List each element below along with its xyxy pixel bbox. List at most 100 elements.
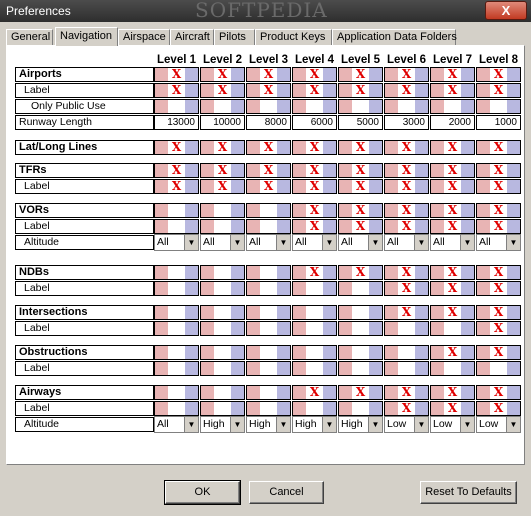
level-cell[interactable]: X: [430, 179, 475, 194]
level-cell[interactable]: X: [476, 219, 521, 234]
runway-length-value[interactable]: 8000: [246, 115, 291, 130]
level-cell[interactable]: X: [292, 140, 337, 155]
reset-defaults-button[interactable]: Reset To Defaults: [420, 481, 517, 504]
level-cell[interactable]: X: [384, 265, 429, 280]
altitude-select[interactable]: All ▼: [154, 416, 199, 433]
ok-button[interactable]: OK: [164, 480, 241, 505]
level-cell[interactable]: [430, 361, 475, 376]
level-cell[interactable]: [200, 305, 245, 320]
level-cell[interactable]: X: [338, 163, 383, 178]
level-cell[interactable]: X: [292, 385, 337, 400]
dropdown-arrow-icon[interactable]: ▼: [414, 235, 428, 250]
level-cell[interactable]: [154, 219, 199, 234]
level-cell[interactable]: [200, 361, 245, 376]
level-cell[interactable]: X: [200, 67, 245, 82]
tab-navigation[interactable]: Navigation: [55, 27, 118, 46]
level-cell[interactable]: X: [476, 179, 521, 194]
level-cell[interactable]: [292, 99, 337, 114]
level-cell[interactable]: X: [430, 281, 475, 296]
runway-length-value[interactable]: 1000: [476, 115, 521, 130]
level-cell[interactable]: X: [246, 179, 291, 194]
title-bar[interactable]: Preferences SOFTPEDIA X: [0, 0, 531, 22]
level-cell[interactable]: X: [384, 83, 429, 98]
level-cell[interactable]: X: [338, 203, 383, 218]
level-cell[interactable]: X: [246, 163, 291, 178]
level-cell[interactable]: [292, 281, 337, 296]
altitude-select[interactable]: All ▼: [246, 234, 291, 251]
runway-length-value[interactable]: 5000: [338, 115, 383, 130]
level-cell[interactable]: X: [338, 385, 383, 400]
dropdown-arrow-icon[interactable]: ▼: [322, 417, 336, 432]
level-cell[interactable]: X: [384, 179, 429, 194]
level-cell[interactable]: X: [246, 83, 291, 98]
level-cell[interactable]: [246, 401, 291, 416]
level-cell[interactable]: [154, 345, 199, 360]
level-cell[interactable]: X: [476, 401, 521, 416]
level-cell[interactable]: [292, 361, 337, 376]
level-cell[interactable]: [338, 281, 383, 296]
level-cell[interactable]: [200, 321, 245, 336]
level-cell[interactable]: X: [384, 140, 429, 155]
altitude-select[interactable]: All ▼: [338, 234, 383, 251]
level-cell[interactable]: X: [430, 83, 475, 98]
level-cell[interactable]: [338, 361, 383, 376]
level-cell[interactable]: [154, 361, 199, 376]
level-cell[interactable]: X: [200, 140, 245, 155]
level-cell[interactable]: [292, 321, 337, 336]
level-cell[interactable]: [154, 321, 199, 336]
level-cell[interactable]: X: [430, 265, 475, 280]
level-cell[interactable]: [200, 281, 245, 296]
level-cell[interactable]: X: [384, 401, 429, 416]
level-cell[interactable]: [154, 265, 199, 280]
level-cell[interactable]: X: [338, 140, 383, 155]
level-cell[interactable]: X: [384, 305, 429, 320]
altitude-select[interactable]: High ▼: [200, 416, 245, 433]
level-cell[interactable]: X: [154, 140, 199, 155]
level-cell[interactable]: X: [200, 83, 245, 98]
dropdown-arrow-icon[interactable]: ▼: [368, 417, 382, 432]
level-cell[interactable]: X: [476, 321, 521, 336]
level-cell[interactable]: [154, 99, 199, 114]
level-cell[interactable]: [246, 219, 291, 234]
level-cell[interactable]: X: [292, 179, 337, 194]
level-cell[interactable]: X: [430, 140, 475, 155]
level-cell[interactable]: X: [476, 163, 521, 178]
runway-length-value[interactable]: 13000: [154, 115, 199, 130]
level-cell[interactable]: X: [476, 140, 521, 155]
level-cell[interactable]: [246, 281, 291, 296]
altitude-select[interactable]: All ▼: [292, 234, 337, 251]
dropdown-arrow-icon[interactable]: ▼: [322, 235, 336, 250]
level-cell[interactable]: X: [476, 265, 521, 280]
level-cell[interactable]: [246, 385, 291, 400]
level-cell[interactable]: X: [430, 219, 475, 234]
level-cell[interactable]: X: [476, 67, 521, 82]
level-cell[interactable]: X: [338, 179, 383, 194]
level-cell[interactable]: [246, 305, 291, 320]
level-cell[interactable]: X: [384, 281, 429, 296]
level-cell[interactable]: X: [384, 385, 429, 400]
level-cell[interactable]: [246, 203, 291, 218]
altitude-select[interactable]: Low ▼: [430, 416, 475, 433]
level-cell[interactable]: [476, 99, 521, 114]
level-cell[interactable]: X: [292, 67, 337, 82]
level-cell[interactable]: X: [430, 203, 475, 218]
level-cell[interactable]: [154, 401, 199, 416]
level-cell[interactable]: X: [200, 179, 245, 194]
tab-airspace[interactable]: Airspace: [118, 29, 170, 45]
level-cell[interactable]: X: [338, 83, 383, 98]
dropdown-arrow-icon[interactable]: ▼: [184, 417, 198, 432]
level-cell[interactable]: X: [430, 305, 475, 320]
level-cell[interactable]: [154, 203, 199, 218]
level-cell[interactable]: X: [338, 265, 383, 280]
level-cell[interactable]: X: [384, 67, 429, 82]
level-cell[interactable]: [200, 203, 245, 218]
dropdown-arrow-icon[interactable]: ▼: [368, 235, 382, 250]
level-cell[interactable]: X: [476, 203, 521, 218]
tab-application-data-folders[interactable]: Application Data Folders: [332, 29, 457, 45]
level-cell[interactable]: X: [430, 163, 475, 178]
level-cell[interactable]: X: [430, 385, 475, 400]
level-cell[interactable]: [476, 361, 521, 376]
level-cell[interactable]: [246, 265, 291, 280]
level-cell[interactable]: [200, 219, 245, 234]
dropdown-arrow-icon[interactable]: ▼: [230, 417, 244, 432]
